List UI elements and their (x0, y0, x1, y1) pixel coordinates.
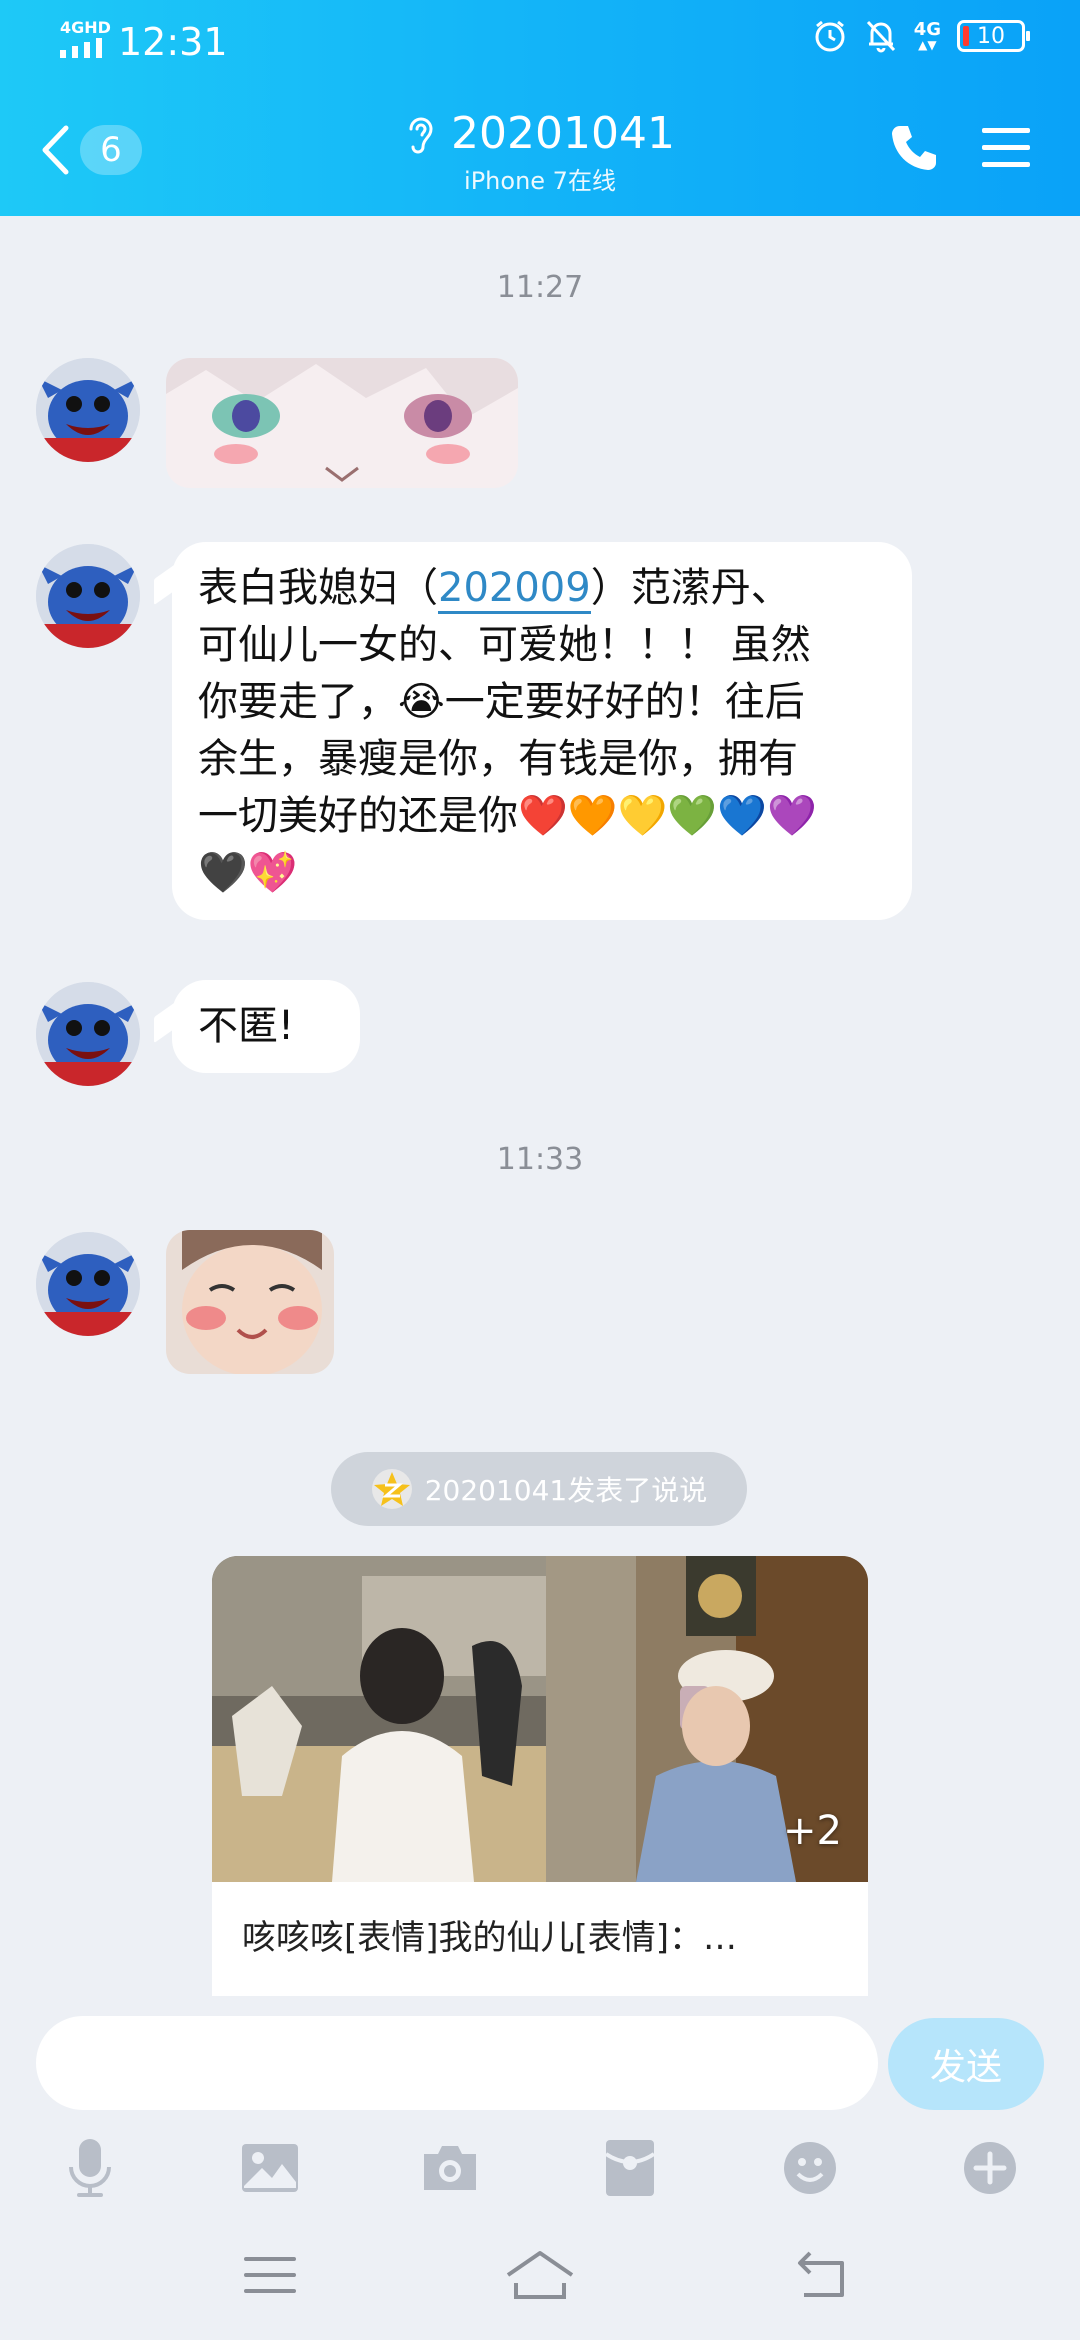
image-button[interactable] (232, 2130, 308, 2206)
composer-toolbar (0, 2130, 1080, 2220)
avatar[interactable] (36, 982, 140, 1086)
avatar[interactable] (36, 358, 140, 462)
feed-card[interactable]: +2 咳咳咳[表情]我的仙儿[表情]：… (212, 1556, 868, 1996)
status-time: 12:31 (118, 20, 228, 64)
message-line: 余生，暴瘦是你，有钱是你，拥有 (198, 736, 798, 782)
avatar[interactable] (36, 544, 140, 648)
avatar-image (36, 1232, 140, 1336)
voice-button[interactable] (52, 2130, 128, 2206)
message-line: 一切美好的还是你❤️🧡💛💚💙💜 (198, 793, 817, 839)
message-input[interactable] (36, 2016, 878, 2110)
plus-circle-icon (964, 2142, 1016, 2194)
message-bubble[interactable]: 不匿! (154, 980, 360, 1073)
battery-icon: 10 (957, 20, 1030, 52)
emoji-icon (784, 2142, 836, 2194)
message-line: 表白我媳妇（202009）范潆丹、 (198, 560, 884, 617)
sticker-anime-eyes[interactable] (166, 358, 518, 488)
mobile-data-icon: 4G ▲▼ (913, 19, 941, 52)
contact-name: 20201041 (451, 108, 675, 159)
menu-icon[interactable] (978, 122, 1034, 174)
feed-notice-text: 20201041发表了说说 (424, 1474, 708, 1507)
feed-photos[interactable] (212, 1556, 868, 1882)
avatar[interactable] (36, 1232, 140, 1336)
sticker-baby[interactable] (166, 1230, 334, 1374)
status-icons: 4G ▲▼ 10 (812, 18, 1030, 54)
feed-card-text: 咳咳咳[表情]我的仙儿[表情]：… (242, 1918, 738, 1958)
message-line: 🖤💖 (198, 850, 298, 896)
ear-icon (409, 117, 433, 153)
emoji-button[interactable] (772, 2130, 848, 2206)
feed-photo-carousel (212, 1556, 546, 1882)
camera-icon (424, 2146, 476, 2190)
home-key-icon[interactable] (498, 2245, 582, 2305)
more-photos-count: +2 (783, 1808, 842, 1854)
send-button[interactable]: 发送 (888, 2018, 1044, 2110)
message-bubble[interactable]: 表白我媳妇（202009）范潆丹、 可仙儿一女的、可爱她！！！ 虽然 你要走了，… (154, 542, 912, 920)
message-text: 不匿! (198, 1003, 295, 1049)
message-line: 可仙儿一女的、可爱她！！！ 虽然 (198, 622, 811, 668)
anime-eyes-sticker (166, 358, 518, 488)
avatar-image (36, 358, 140, 462)
alarm-icon (815, 20, 845, 52)
red-packet-button[interactable] (592, 2130, 668, 2206)
system-nav-bar (0, 2225, 1080, 2325)
timestamp: 11:27 (496, 270, 584, 305)
microphone-icon (69, 2139, 111, 2197)
avatar-image (36, 544, 140, 648)
menu-key-icon[interactable] (228, 2245, 312, 2305)
image-icon (242, 2144, 298, 2192)
qzone-icon (371, 1469, 412, 1509)
mute-bell-icon (866, 20, 895, 53)
mention-link[interactable]: 202009 (438, 565, 591, 614)
camera-button[interactable] (412, 2130, 488, 2206)
more-button[interactable] (952, 2130, 1028, 2206)
battery-level: 10 (977, 23, 1005, 49)
status-bar: 4GHD 12:31 4G ▲▼ 10 (0, 0, 1080, 90)
timestamp: 11:33 (496, 1142, 584, 1177)
app-header: 4GHD 12:31 4G ▲▼ 10 6 20201041 iPhone 7在… (0, 0, 1080, 216)
blushing-baby-sticker (166, 1230, 334, 1374)
avatar-image (36, 982, 140, 1086)
phone-icon[interactable] (886, 120, 942, 176)
message-line: 你要走了，😭一定要好好的！往后 (198, 679, 805, 725)
red-packet-icon (604, 2140, 656, 2196)
signal-icon (60, 38, 102, 58)
feed-notice[interactable]: 20201041发表了说说 (331, 1452, 747, 1526)
network-type: 4GHD (60, 18, 111, 37)
back-key-icon[interactable] (780, 2245, 864, 2305)
